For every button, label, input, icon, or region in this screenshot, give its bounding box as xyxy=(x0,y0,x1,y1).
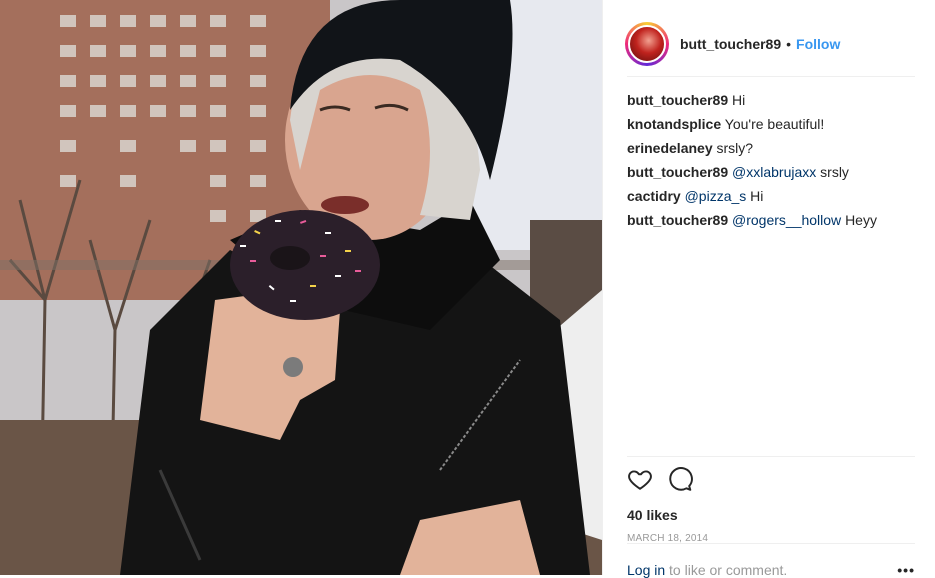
comment-text: Hi xyxy=(732,92,746,108)
comment-mention[interactable]: @rogers__hollow xyxy=(732,212,841,228)
post-header: butt_toucher89 • Follow xyxy=(625,12,915,77)
comment-username[interactable]: knotandsplice xyxy=(627,116,721,132)
comment-text: Hi xyxy=(750,188,764,204)
avatar-image xyxy=(628,25,666,63)
comment-item: knotandsplice You're beautiful! xyxy=(627,112,915,136)
header-separator: • xyxy=(786,36,792,52)
login-link[interactable]: Log in xyxy=(627,562,665,578)
avatar[interactable] xyxy=(625,22,669,66)
comment-list: butt_toucher89 Hi knotandsplice You're b… xyxy=(627,88,915,232)
comment-username[interactable]: cactidry xyxy=(627,188,681,204)
login-suffix: to like or comment. xyxy=(669,562,788,578)
comment-text: Heyy xyxy=(845,212,877,228)
comment-item: butt_toucher89 Hi xyxy=(627,88,915,112)
action-icons xyxy=(627,467,915,491)
comment-username[interactable]: butt_toucher89 xyxy=(627,212,728,228)
comment-mention[interactable]: @xxlabrujaxx xyxy=(732,164,816,180)
post-side-panel: butt_toucher89 • Follow butt_toucher89 H… xyxy=(602,0,935,578)
comment-text: srsly xyxy=(820,164,849,180)
comment-username[interactable]: erinedelaney xyxy=(627,140,713,156)
header-username[interactable]: butt_toucher89 xyxy=(680,36,781,52)
comment-item: cactidry @pizza_s Hi xyxy=(627,184,915,208)
comment-text: srsly? xyxy=(716,140,754,156)
heart-icon[interactable] xyxy=(627,466,653,492)
comment-item: butt_toucher89 @xxlabrujaxx srsly xyxy=(627,160,915,184)
likes-count[interactable]: 40 likes xyxy=(627,507,915,523)
comment-item: erinedelaney srsly? xyxy=(627,136,915,160)
photo-illustration xyxy=(0,0,602,575)
post-photo[interactable] xyxy=(0,0,602,575)
more-options-button[interactable]: ••• xyxy=(897,562,915,578)
login-prompt: Log in to like or comment. ••• xyxy=(627,543,915,578)
post-actions: 40 likes MARCH 18, 2014 xyxy=(627,456,915,544)
comment-username[interactable]: butt_toucher89 xyxy=(627,164,728,180)
comment-mention[interactable]: @pizza_s xyxy=(685,188,747,204)
comment-icon[interactable] xyxy=(667,466,693,492)
comment-text: You're beautiful! xyxy=(724,116,825,132)
follow-button[interactable]: Follow xyxy=(796,36,840,52)
comment-item: butt_toucher89 @rogers__hollow Heyy xyxy=(627,208,915,232)
comment-username[interactable]: butt_toucher89 xyxy=(627,92,728,108)
